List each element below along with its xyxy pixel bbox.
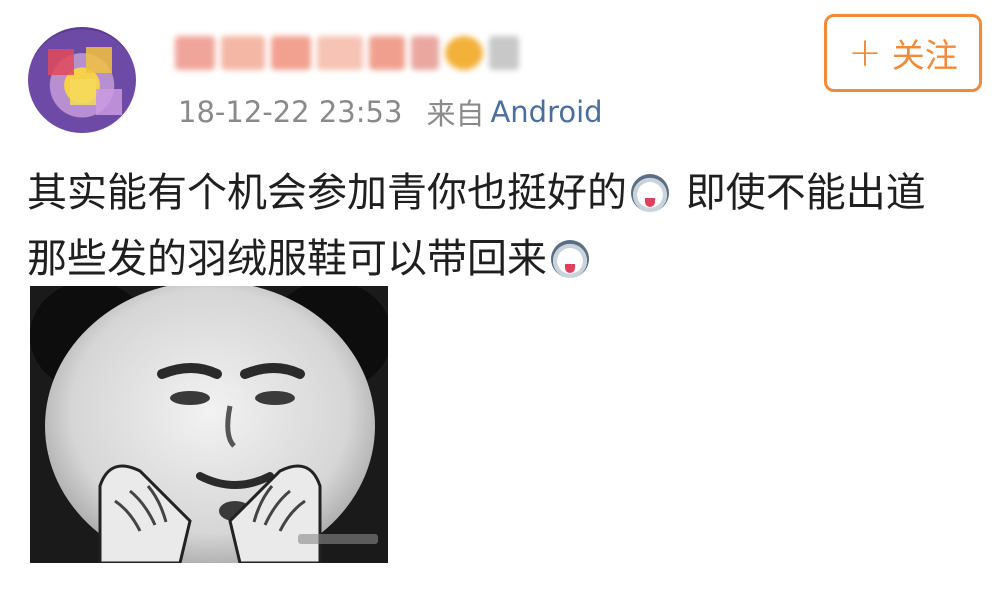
follow-button[interactable]: + 关注 [824,14,982,92]
panda-tongue-emoji-icon [631,174,669,212]
source-link[interactable]: Android [490,95,602,129]
panda-meme-image[interactable] [30,286,388,563]
post-line-2: 那些发的羽绒服鞋可以带回来 [27,226,992,292]
user-avatar[interactable] [28,27,136,133]
plus-icon: + [848,30,882,76]
post-meta: 18-12-22 23:53 来自 Android [178,90,603,134]
follow-label: 关注 [891,36,958,75]
source-prefix: 来自 [426,97,485,131]
post-body: 其实能有个机会参加青你也挺好的 即使不能出道 那些发的羽绒服鞋可以带回来 [27,160,992,292]
post-timestamp: 18-12-22 23:53 [178,95,403,129]
panda-tongue-emoji-icon [551,240,589,278]
post-text-segment: 那些发的羽绒服鞋可以带回来 [27,236,547,282]
post-text-segment: 其实能有个机会参加青你也挺好的 [27,170,627,216]
post-text-segment: 即使不能出道 [673,170,926,216]
username-pixelated[interactable] [175,24,525,82]
post-line-1: 其实能有个机会参加青你也挺好的 即使不能出道 [27,160,992,226]
